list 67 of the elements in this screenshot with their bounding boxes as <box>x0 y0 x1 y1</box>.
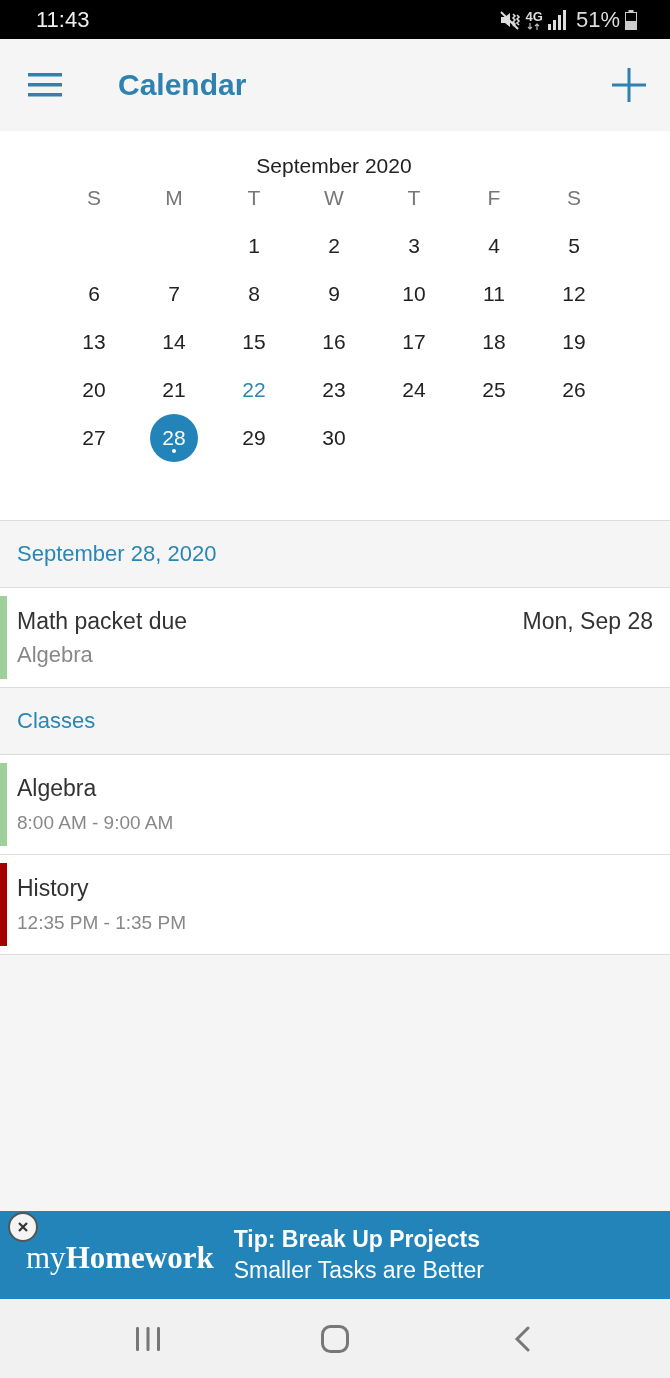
day-button[interactable]: 4 <box>470 222 518 270</box>
day-button[interactable]: 30 <box>310 414 358 462</box>
day-button[interactable]: 8 <box>230 270 278 318</box>
day-button[interactable]: 2 <box>310 222 358 270</box>
weekday-label: W <box>323 186 345 210</box>
item-title: History <box>17 873 90 902</box>
day-button[interactable]: 12 <box>550 270 598 318</box>
day-button[interactable]: 17 <box>390 318 438 366</box>
network-label: 4G <box>525 9 543 23</box>
weekday-label: T <box>406 186 422 210</box>
day-button[interactable]: 7 <box>150 270 198 318</box>
weekday-label: S <box>566 186 582 210</box>
day-button[interactable]: 16 <box>310 318 358 366</box>
close-icon[interactable] <box>8 1212 38 1242</box>
weekday-label: S <box>86 186 102 210</box>
home-icon[interactable] <box>321 1324 349 1353</box>
back-icon[interactable] <box>514 1325 530 1352</box>
class-row[interactable]: History 12:35 PM - 1:35 PM <box>0 855 670 955</box>
day-button[interactable]: 1 <box>230 222 278 270</box>
course-name: Algebra <box>17 640 94 669</box>
day-button[interactable]: 11 <box>470 270 518 318</box>
screen-title: Calendar <box>118 68 247 102</box>
day-button[interactable]: 9 <box>310 270 358 318</box>
class-time: 8:00 AM - 9:00 AM <box>17 810 175 835</box>
day-button[interactable]: 3 <box>390 222 438 270</box>
day-button[interactable]: 24 <box>390 366 438 414</box>
weekday-label: F <box>486 186 502 210</box>
day-button[interactable]: 29 <box>230 414 278 462</box>
add-icon[interactable] <box>612 68 646 102</box>
section-title: September 28, 2020 <box>17 541 217 567</box>
battery-percent: 51% <box>575 6 620 33</box>
month-title: September 2020 <box>255 153 413 179</box>
signal-icon <box>547 9 567 30</box>
item-title: Math packet due <box>17 606 189 635</box>
class-time: 12:35 PM - 1:35 PM <box>17 910 187 935</box>
menu-icon[interactable] <box>28 73 62 97</box>
day-button[interactable]: 5 <box>550 222 598 270</box>
class-row[interactable]: Algebra 8:00 AM - 9:00 AM <box>0 755 670 855</box>
section-title: Classes <box>17 708 96 734</box>
day-button[interactable]: 25 <box>470 366 518 414</box>
day-button[interactable]: 6 <box>70 270 118 318</box>
day-button[interactable]: 19 <box>550 318 598 366</box>
data-arrows-icon <box>527 22 542 30</box>
mute-vibrate-icon <box>498 8 521 31</box>
item-title: Algebra <box>17 773 98 802</box>
tip-text: Smaller Tasks are Better <box>233 1256 484 1285</box>
day-button[interactable]: 15 <box>230 318 278 366</box>
day-button[interactable]: 14 <box>150 318 198 366</box>
clock-time: 11:43 <box>36 6 90 33</box>
day-button[interactable]: 28 <box>150 414 198 462</box>
day-button[interactable]: 10 <box>390 270 438 318</box>
day-button[interactable]: 13 <box>70 318 118 366</box>
day-button[interactable]: 22 <box>230 366 278 414</box>
day-button[interactable]: 26 <box>550 366 598 414</box>
day-button[interactable]: 18 <box>470 318 518 366</box>
day-button[interactable]: 21 <box>150 366 198 414</box>
day-button[interactable]: 27 <box>70 414 118 462</box>
day-button[interactable]: 23 <box>310 366 358 414</box>
brand-logo: myHomework <box>26 1240 214 1276</box>
recent-apps-icon[interactable] <box>135 1325 161 1352</box>
battery-icon <box>625 9 637 30</box>
weekday-label: T <box>246 186 262 210</box>
weekday-label: M <box>164 186 184 210</box>
task-row[interactable]: Math packet due Algebra Mon, Sep 28 <box>0 588 670 688</box>
day-button[interactable]: 20 <box>70 366 118 414</box>
due-date: Mon, Sep 28 <box>522 607 654 635</box>
tip-title: Tip: Break Up Projects <box>233 1225 481 1254</box>
